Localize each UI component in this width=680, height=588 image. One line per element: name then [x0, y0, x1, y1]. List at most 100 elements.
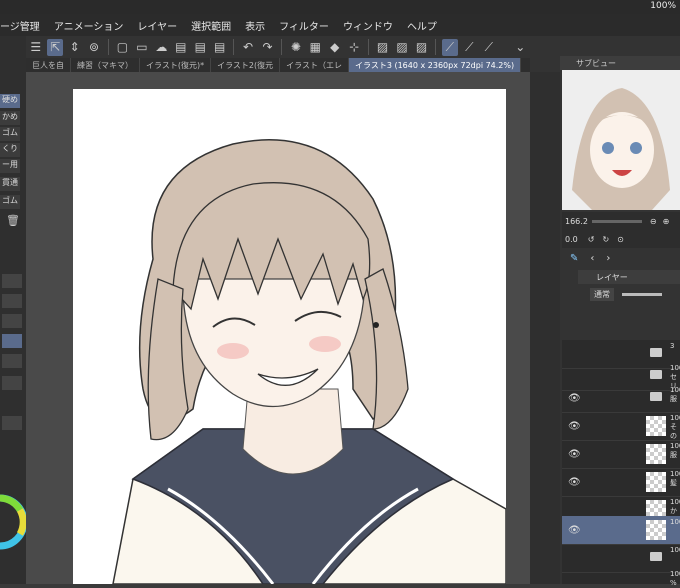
rotation-value: 0.0	[565, 234, 578, 244]
layer-tools	[562, 304, 680, 340]
canvas-paper[interactable]	[73, 89, 506, 584]
color-wheel-icon[interactable]	[0, 462, 26, 582]
subtool-1[interactable]: 硬め	[0, 94, 20, 108]
cloud-icon[interactable]: ☁	[154, 39, 169, 56]
opacity-slider[interactable]	[622, 292, 662, 296]
folder-icon	[650, 348, 662, 357]
trash-icon[interactable]: 🗑	[6, 214, 20, 227]
panel-collapse-strip[interactable]	[530, 72, 560, 584]
subview-rotation-row: 0.0 ↺ ↻ ⊙	[562, 230, 680, 248]
eye-icon[interactable]: 👁	[568, 477, 581, 488]
export-icon[interactable]: ▤	[193, 39, 208, 56]
subtool-3[interactable]: ゴム	[0, 127, 20, 141]
layer-row[interactable]: 👁 100 髪	[562, 468, 680, 497]
menu-selection[interactable]: 選択範囲	[191, 18, 231, 33]
layer-row-selected[interactable]: 👁 100	[562, 516, 680, 545]
layer-list: 3 100 セリ 👁 100 服 👁 100 その 👁 100 服 👁 100 …	[562, 340, 680, 587]
select-icon[interactable]: ▨	[414, 39, 429, 56]
document-tabs: 巨人を自 練習（マキマ） イラスト(復元)* イラスト2(復元 イラスト（エレ …	[26, 58, 530, 72]
option-icon[interactable]	[2, 314, 22, 328]
eye-icon[interactable]: 👁	[568, 421, 581, 432]
tab-doc-active[interactable]: イラスト3 (1640 x 2360px 72dpi 74.2%)	[349, 58, 522, 72]
subtool-5[interactable]: ー用	[0, 159, 20, 173]
folder-icon	[650, 392, 662, 401]
menu-icon[interactable]: ☰	[28, 39, 43, 56]
layer-thumbnail	[646, 520, 666, 540]
layer-name: 100 髪	[670, 470, 680, 487]
chevron-down-icon[interactable]: ⌄	[513, 39, 528, 56]
download-icon[interactable]	[2, 294, 22, 308]
tab-doc-5[interactable]: イラスト（エレ	[280, 58, 349, 72]
zoom-in-icon[interactable]: ⊕	[663, 217, 670, 226]
new-file-icon[interactable]: ▢	[115, 39, 130, 56]
ruler3-icon[interactable]: ⟋	[481, 39, 496, 56]
subtool-6[interactable]: 貫通	[0, 177, 20, 191]
eye-icon[interactable]: 👁	[568, 393, 581, 404]
export2-icon[interactable]: ▤	[212, 39, 227, 56]
menu-help[interactable]: ヘルプ	[407, 18, 437, 33]
layer-name: 100 服	[670, 386, 680, 403]
ruler2-icon[interactable]: ⟋	[462, 39, 477, 56]
tab-doc-2[interactable]: 練習（マキマ）	[71, 58, 140, 72]
menu-layer[interactable]: レイヤー	[137, 18, 177, 33]
clear-icon[interactable]: ✺	[288, 39, 303, 56]
rotate-icon[interactable]: ↺	[588, 235, 595, 244]
layer-name: 100	[670, 518, 680, 526]
rotate-reset-icon[interactable]: ⊙	[617, 235, 624, 244]
wrench-icon[interactable]	[2, 416, 22, 430]
subview-thumbnail[interactable]	[562, 70, 680, 210]
subtool-4[interactable]: くり	[0, 143, 20, 157]
blend-mode-row: 通常	[562, 284, 680, 304]
tab-doc-4[interactable]: イラスト2(復元	[211, 58, 281, 72]
zoom-slider[interactable]	[591, 219, 642, 223]
prev-icon[interactable]: ‹	[590, 253, 594, 264]
updown-icon[interactable]	[2, 376, 22, 390]
layer-thumbnail	[646, 444, 666, 464]
subtool-7[interactable]: ゴム	[0, 195, 20, 209]
layer-name: 100	[670, 546, 680, 554]
layer-row[interactable]: 👁 100 服	[562, 440, 680, 469]
layer-name: 3	[670, 342, 675, 350]
layer-name: 100 その	[670, 414, 680, 440]
eyedropper-icon[interactable]: ✎	[570, 253, 578, 264]
zoom-out-icon[interactable]: ⊖	[650, 217, 657, 226]
layer-row[interactable]: 👁 100 その	[562, 412, 680, 441]
clip-icon[interactable]: ⊚	[86, 39, 101, 56]
save-icon[interactable]: ▤	[173, 39, 188, 56]
paint-icon[interactable]: ◆	[327, 39, 342, 56]
menu-page-manage[interactable]: ージ管理	[0, 18, 40, 33]
tab-doc-1[interactable]: 巨人を自	[26, 58, 71, 72]
chevron-right-icon[interactable]	[2, 334, 22, 348]
next-icon[interactable]: ›	[606, 253, 610, 264]
blend-mode-select[interactable]: 通常	[590, 287, 614, 301]
open-icon[interactable]: ▭	[134, 39, 149, 56]
transform-icon[interactable]: ⊹	[347, 39, 362, 56]
battery-label: 100%	[650, 1, 676, 11]
menu-animation[interactable]: アニメーション	[54, 18, 124, 33]
fill-icon[interactable]: ▦	[308, 39, 323, 56]
subview-zoom-row: 166.2 ⊖ ⊕	[562, 212, 680, 230]
menu-filter[interactable]: フィルター	[279, 18, 329, 33]
menu-view[interactable]: 表示	[245, 18, 265, 33]
separator	[367, 39, 369, 55]
eye-icon[interactable]: 👁	[568, 449, 581, 460]
redo-icon[interactable]: ↷	[260, 39, 275, 56]
layer-row[interactable]: 100 %	[562, 566, 680, 587]
undo-icon[interactable]: ↶	[240, 39, 255, 56]
layer-panel-header: レイヤー	[578, 270, 680, 284]
invert-icon[interactable]: ▨	[394, 39, 409, 56]
rotate-ccw-icon[interactable]: ↻	[602, 235, 609, 244]
separator	[435, 39, 437, 55]
updown-icon[interactable]: ⇕	[67, 39, 82, 56]
eye-icon[interactable]: 👁	[568, 525, 581, 536]
menu-window[interactable]: ウィンドウ	[343, 18, 393, 33]
layer-row[interactable]: 👁 100 服	[562, 384, 680, 413]
tab-doc-3[interactable]: イラスト(復元)*	[140, 58, 212, 72]
deselect-icon[interactable]: ▨	[375, 39, 390, 56]
subtool-2[interactable]: かめ	[0, 111, 20, 125]
lock-icon[interactable]	[2, 274, 22, 288]
separator	[233, 39, 235, 55]
ruler-icon[interactable]: ⟋	[442, 38, 458, 56]
move-icon[interactable]: ⇱	[47, 38, 63, 56]
reset-icon[interactable]	[2, 354, 22, 368]
